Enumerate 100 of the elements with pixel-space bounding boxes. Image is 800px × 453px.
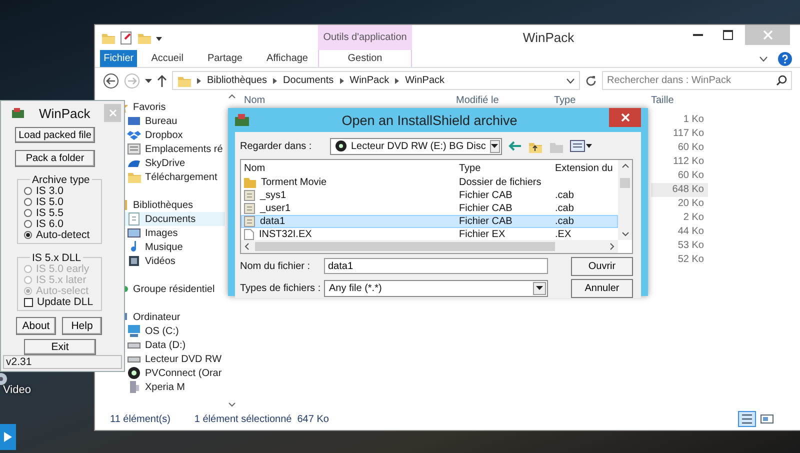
scroll-down-icon[interactable] — [622, 232, 628, 237]
ribbon-tab[interactable]: Accueil — [141, 50, 194, 67]
expand-ribbon-icon[interactable] — [759, 56, 768, 62]
nav-item-label: Lecteur DVD RW — [145, 354, 222, 364]
context-ribbon-tab[interactable]: Gestion — [318, 50, 412, 67]
column-header[interactable]: Nom — [244, 162, 459, 174]
nav-item-label: Bureau — [145, 116, 178, 126]
help-icon[interactable] — [778, 52, 792, 66]
column-header[interactable]: Type — [554, 94, 651, 106]
nav-item-label: Bibliothèques — [133, 200, 194, 210]
file-size-cell[interactable]: 1 Ko — [651, 113, 708, 127]
radio-button[interactable] — [24, 198, 32, 206]
nav-item-label: Emplacements ré — [145, 144, 223, 154]
cabinet-file-icon — [244, 216, 255, 227]
document-icon[interactable] — [119, 30, 133, 44]
nav-item-label: Xperia M — [145, 382, 186, 392]
scroll-right-icon[interactable] — [610, 243, 615, 250]
action-button[interactable]: Load packed file — [15, 127, 95, 144]
radio-label: Auto-select — [36, 285, 89, 298]
file-type: Fichier CAB — [459, 190, 514, 201]
filename-field[interactable]: data1 — [324, 258, 548, 274]
column-header[interactable]: Nom — [244, 94, 456, 106]
radio-button[interactable] — [24, 187, 32, 196]
scroll-up-icon[interactable] — [228, 93, 236, 99]
file-size-cell[interactable]: 60 Ko — [651, 169, 708, 183]
help-button[interactable]: Help — [62, 316, 102, 335]
file-size-cell[interactable]: 52 Ko — [651, 253, 708, 267]
scroll-up-icon[interactable] — [622, 163, 628, 168]
dropdown-value: Any file (*.*) — [329, 282, 382, 294]
nav-item-label: Téléchargement — [145, 172, 218, 182]
radio-button[interactable] — [24, 209, 32, 218]
picture-icon — [127, 226, 141, 240]
file-size-cell[interactable]: 20 Ko — [651, 197, 708, 211]
dropdown-caret-icon[interactable] — [566, 78, 575, 84]
file-row[interactable]: Torment Movie Dossier de fichiers — [241, 176, 618, 189]
dropdown-caret-icon[interactable] — [145, 78, 152, 84]
file-size-cell[interactable]: 44 Ko — [651, 225, 708, 239]
cancel-button[interactable]: Annuler — [571, 278, 633, 298]
file-size-cell[interactable]: 117 Ko — [651, 127, 708, 141]
nav-item-label: Documents — [145, 214, 196, 224]
column-header[interactable]: Modifié le — [456, 94, 554, 106]
nav-item-label: Images — [145, 228, 178, 238]
file-size-cell[interactable]: 2 Ko — [651, 211, 708, 225]
radio-button[interactable] — [24, 231, 32, 240]
nav-item[interactable]: Xperia M — [95, 380, 225, 394]
address-bar[interactable]: Bibliothèques Documents WinPack WinPack — [172, 71, 580, 90]
nav-item-label: Groupe résidentiel — [133, 284, 215, 294]
scroll-down-icon[interactable] — [228, 402, 236, 408]
caret-icon — [491, 144, 498, 148]
breadcrumb-link[interactable]: Bibliothèques — [207, 75, 268, 86]
file-row[interactable]: INST32I.EX Fichier EX .EX — [241, 228, 618, 241]
breadcrumb-link[interactable]: Documents — [283, 75, 334, 86]
computer-icon — [127, 324, 141, 338]
nav-item-label: OS (C:) — [145, 326, 179, 336]
file-size-cell[interactable]: 53 Ko — [651, 239, 708, 253]
file-size-cell[interactable]: 648 Ko — [651, 183, 708, 197]
scroll-left-icon[interactable] — [244, 243, 249, 250]
nav-item[interactable]: PVConnect (Orar — [95, 366, 225, 380]
places-icon — [127, 142, 141, 156]
file-type-dropdown[interactable]: Any file (*.*) — [324, 280, 548, 296]
open-button[interactable]: Ouvrir — [571, 256, 633, 276]
close-icon — [108, 109, 117, 117]
action-button[interactable]: Pack a folder — [15, 150, 95, 167]
file-tab[interactable]: Fichier — [100, 50, 138, 67]
radio-button[interactable] — [24, 220, 32, 228]
column-header[interactable]: Taille — [651, 94, 708, 106]
details-view-icon[interactable] — [738, 411, 756, 427]
back-arrow-icon[interactable] — [508, 141, 522, 151]
field-label: Types de fichiers : — [240, 282, 322, 294]
file-extension: .cab — [555, 203, 575, 214]
file-row[interactable]: _user1 Fichier CAB .cab — [241, 202, 618, 215]
radio-label: Auto-detect — [36, 229, 90, 242]
play-tile-icon[interactable] — [0, 424, 16, 450]
up-arrow-icon[interactable] — [157, 74, 167, 86]
file-row[interactable]: _sys1 Fichier CAB .cab — [241, 189, 618, 202]
file-row[interactable]: data1 Fichier CAB .cab — [241, 215, 618, 228]
refresh-icon[interactable] — [585, 74, 597, 86]
exit-button[interactable]: Exit — [24, 338, 96, 355]
file-type: Dossier de fichiers — [459, 177, 542, 188]
field-label: Nom du fichier : — [240, 260, 312, 272]
file-size-cell[interactable]: 112 Ko — [651, 155, 708, 169]
group-label: IS 5.x DLL — [31, 252, 82, 264]
radio-label: IS 5.0 — [36, 196, 64, 208]
file-list[interactable]: Nom Type Extension du Torment Movie Dossier de fichiers _sys1 Fichier CAB .cab _user1 Fichier CAB .cab data1 Fichier CAB .cab INST32I.EX Fichier EX .EX — [240, 159, 633, 254]
breadcrumb-link[interactable]: WinPack — [350, 75, 390, 86]
column-header[interactable]: Type — [459, 162, 555, 174]
checkbox[interactable] — [24, 298, 33, 307]
about-button[interactable]: About — [16, 316, 56, 335]
boxes-icon — [127, 128, 141, 142]
ribbon-tab[interactable]: Partage — [197, 50, 252, 67]
location-dropdown[interactable]: Lecteur DVD RW (E:) BG Disc — [330, 138, 502, 154]
ribbon-tab[interactable]: Affichage — [256, 50, 318, 67]
column-header[interactable]: Extension du — [555, 162, 617, 174]
file-size-cell[interactable]: 60 Ko — [651, 141, 708, 155]
breadcrumb-link[interactable]: WinPack — [405, 75, 445, 86]
desktop-icon-label[interactable]: Video — [3, 384, 31, 396]
close-button[interactable] — [609, 108, 641, 127]
view-menu-icon[interactable] — [570, 140, 592, 152]
search-field[interactable]: Rechercher dans : WinPack — [602, 71, 792, 90]
document-icon — [127, 212, 141, 226]
